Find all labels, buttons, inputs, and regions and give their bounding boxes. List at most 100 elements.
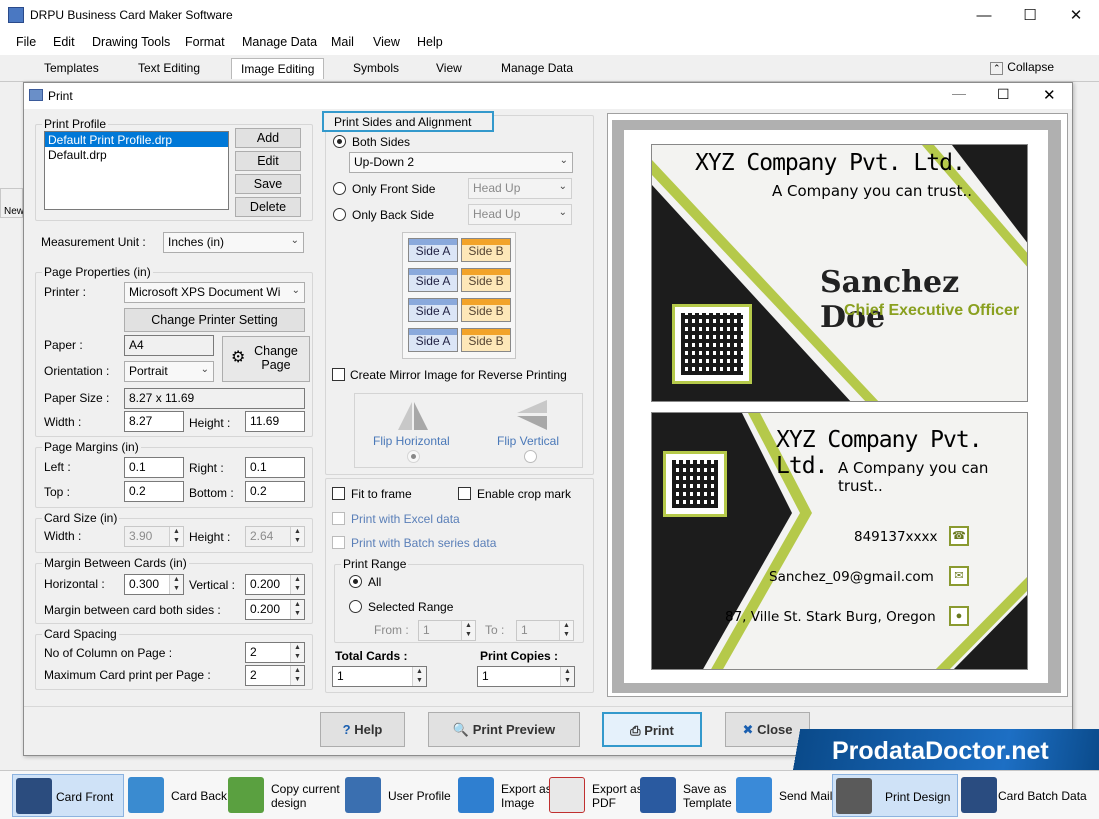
menu-help[interactable]: Help [417,35,443,49]
save-profile-button[interactable]: Save [235,174,301,194]
top-margin-field[interactable]: 0.2 [124,481,184,502]
max-cards-field[interactable]: 2 ▲ ▼ [245,665,305,686]
mirror-checkbox[interactable] [332,368,345,381]
help-button[interactable]: ? Help [320,712,405,747]
menu-edit[interactable]: Edit [53,35,75,49]
spinner-icon[interactable]: ▲ ▼ [290,527,304,546]
bottom-margin-field[interactable]: 0.2 [245,481,305,502]
export-pdf-button[interactable]: Export as PDF [549,774,645,817]
new-button-stub[interactable]: New [0,188,24,218]
range-selected-radio[interactable] [349,600,362,613]
spinner-icon[interactable]: ▲ ▼ [290,575,304,594]
paper-field[interactable]: A4 [124,335,214,356]
tab-text-editing[interactable]: Text Editing [138,61,200,75]
phone-icon: ☎ [949,526,969,546]
spinner-icon[interactable]: ▲ ▼ [290,666,304,685]
user-profile-button[interactable]: User Profile [345,774,453,817]
spinner-icon[interactable]: ▲ ▼ [169,527,183,546]
range-all-radio[interactable] [349,575,362,588]
collapse-button[interactable]: ⌃ Collapse [990,60,1054,75]
maximize-icon[interactable]: ☐ [1007,0,1053,31]
edit-profile-button[interactable]: Edit [235,151,301,171]
minimize-icon[interactable]: — [961,0,1007,31]
add-profile-button[interactable]: Add [235,128,301,148]
both-sides-margin-field[interactable]: 0.200 ▲ ▼ [245,599,305,620]
dialog-separator [24,706,1072,707]
spinner-icon[interactable]: ▲ ▼ [290,600,304,619]
printer-select[interactable]: Microsoft XPS Document Wi ⌄ [124,282,305,303]
print-copies-field[interactable]: 1 ▲ ▼ [477,666,575,687]
tab-view[interactable]: View [436,61,462,75]
flip-vertical-radio[interactable] [524,450,537,463]
both-sides-radio[interactable] [333,135,346,148]
card-front-preview[interactable]: XYZ Company Pvt. Ltd. A Company you can … [651,144,1028,402]
menu-view[interactable]: View [373,35,400,49]
card-width-field[interactable]: 3.90 ▲ ▼ [124,526,184,547]
orientation-select[interactable]: Portrait ⌄ [124,361,214,382]
print-button[interactable]: ⎙ Print [602,712,702,747]
spinner-icon[interactable]: ▲ ▼ [461,621,475,640]
menu-file[interactable]: File [16,35,36,49]
menu-format[interactable]: Format [185,35,225,49]
total-cards-field[interactable]: 1 ▲ ▼ [332,666,427,687]
paper-size-field[interactable]: 8.27 x 11.69 [124,388,305,409]
both-sides-mode-select[interactable]: Up-Down 2 ⌄ [349,152,573,173]
delete-profile-button[interactable]: Delete [235,197,301,217]
spinner-icon[interactable]: ▲ ▼ [169,575,183,594]
change-page-button[interactable]: ⚙ Change Page [222,336,310,382]
measurement-unit-label: Measurement Unit : [41,235,146,249]
menu-mail[interactable]: Mail [331,35,354,49]
vertical-margin-field[interactable]: 0.200 ▲ ▼ [245,574,305,595]
page-width-field[interactable]: 8.27 [124,411,184,432]
right-margin-field[interactable]: 0.1 [245,457,305,478]
copy-design-button[interactable]: Copy current design [228,774,346,817]
printer-value: Microsoft XPS Document Wi [129,285,281,299]
export-image-button[interactable]: Export as Image [458,774,554,817]
send-mail-button[interactable]: Send Mail [736,774,832,817]
tab-templates[interactable]: Templates [44,61,99,75]
measurement-unit-select[interactable]: Inches (in) ⌄ [163,232,304,253]
tab-symbols[interactable]: Symbols [353,61,399,75]
front-side-radio[interactable] [333,182,346,195]
spinner-icon[interactable]: ▲ ▼ [290,643,304,662]
export-image-label: Export as Image [501,782,552,810]
card-back-preview[interactable]: XYZ Company Pvt. Ltd. A Company you can … [651,412,1028,670]
back-side-radio[interactable] [333,208,346,221]
batch-data-checkbox[interactable] [332,536,345,549]
change-printer-button[interactable]: Change Printer Setting [124,308,305,332]
left-margin-field[interactable]: 0.1 [124,457,184,478]
tab-manage-data[interactable]: Manage Data [501,61,573,75]
card-height-field[interactable]: 2.64 ▲ ▼ [245,526,305,547]
print-design-button[interactable]: Print Design [832,774,958,817]
spinner-icon[interactable]: ▲ ▼ [559,621,573,640]
menu-manage-data[interactable]: Manage Data [242,35,317,49]
fit-to-frame-checkbox[interactable] [332,487,345,500]
columns-field[interactable]: 2 ▲ ▼ [245,642,305,663]
spinner-icon[interactable]: ▲ ▼ [560,667,574,686]
card-front-button[interactable]: Card Front [12,774,124,817]
front-side-mode-select[interactable]: Head Up ⌄ [468,178,572,199]
back-side-mode-select[interactable]: Head Up ⌄ [468,204,572,225]
card-batch-data-button[interactable]: Card Batch Data [958,774,1096,817]
flip-horizontal-radio[interactable] [407,450,420,463]
profile-list[interactable]: Default Print Profile.drp Default.drp [44,131,229,210]
excel-data-checkbox[interactable] [332,512,345,525]
dialog-minimize-icon[interactable]: — [952,85,966,101]
save-template-button[interactable]: Save as Template [640,774,736,817]
horizontal-margin-field[interactable]: 0.300 ▲ ▼ [124,574,184,595]
print-preview-button[interactable]: 🔍 Print Preview [428,712,580,747]
dialog-maximize-icon[interactable]: ☐ [997,86,1010,103]
dialog-close-icon[interactable]: ✕ [1043,86,1056,104]
card-back-button[interactable]: Card Back [128,774,228,817]
crop-mark-checkbox[interactable] [458,487,471,500]
profile-item[interactable]: Default.drp [45,147,228,162]
page-height-field[interactable]: 11.69 [245,411,305,432]
tab-image-editing[interactable]: Image Editing [231,58,325,79]
menu-drawing-tools[interactable]: Drawing Tools [92,35,170,49]
close-window-icon[interactable]: ✕ [1053,0,1099,31]
range-from-field[interactable]: 1 ▲ ▼ [418,620,476,641]
back-side-mode-value: Head Up [473,207,521,221]
profile-item[interactable]: Default Print Profile.drp [45,132,228,147]
range-to-field[interactable]: 1 ▲ ▼ [516,620,574,641]
spinner-icon[interactable]: ▲ ▼ [412,667,426,686]
